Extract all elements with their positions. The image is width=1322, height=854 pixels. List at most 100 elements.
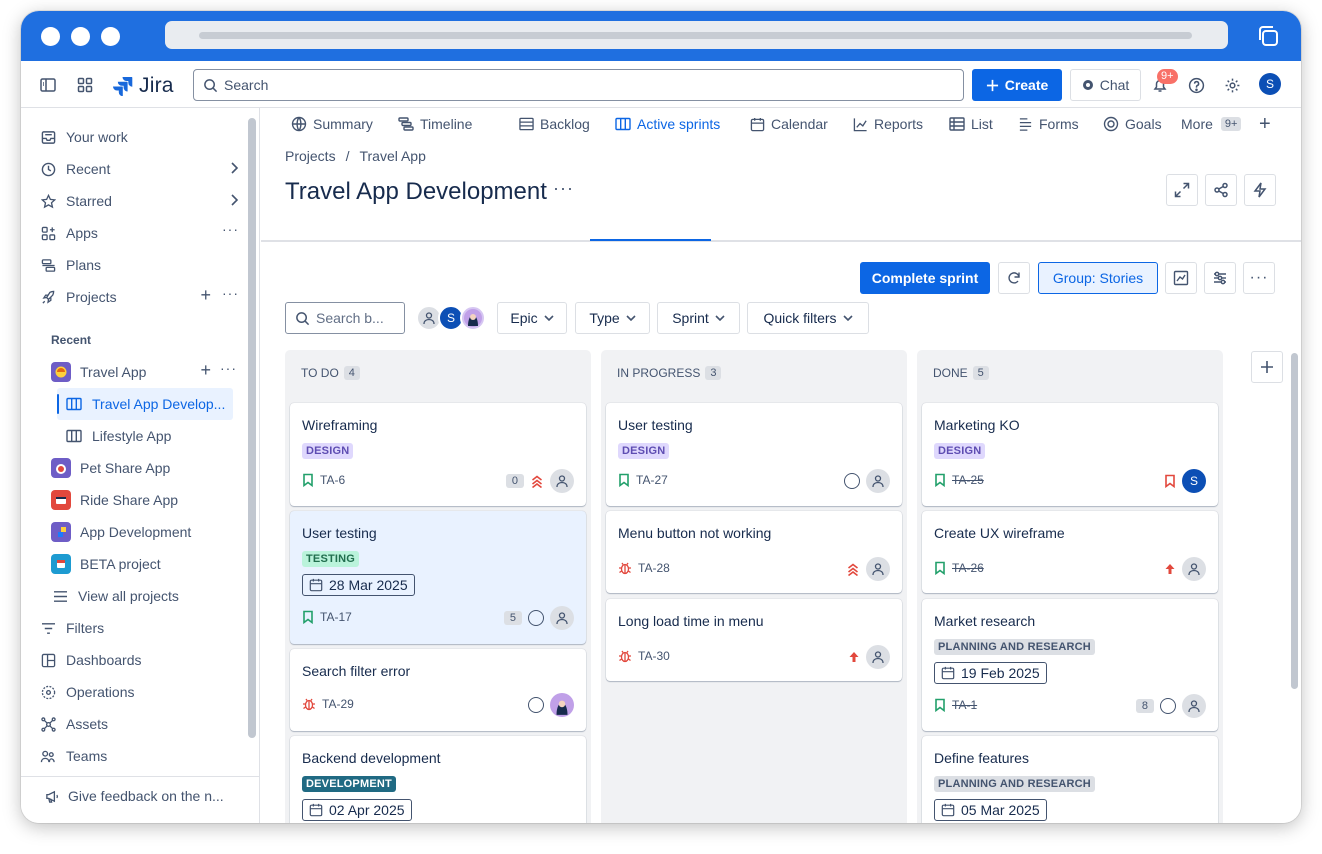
board-scrollbar[interactable]	[1291, 353, 1298, 689]
issue-card-ta-30[interactable]: Long load time in menu TA-30	[606, 599, 902, 681]
tab-more[interactable]: More 9+	[1181, 112, 1242, 136]
issue-card-ta-29[interactable]: Search filter error TA-29	[290, 649, 586, 731]
breadcrumb-projects[interactable]: Projects	[285, 148, 336, 164]
quick-filters-dropdown[interactable]: Quick filters	[747, 302, 869, 334]
sidebar-item-operations[interactable]: Operations	[39, 678, 134, 706]
tab-calendar[interactable]: Calendar	[750, 112, 828, 136]
view-settings-button[interactable]	[1204, 262, 1236, 294]
issue-key[interactable]: TA-28	[618, 561, 670, 575]
complete-sprint-button[interactable]: Complete sprint	[860, 262, 990, 294]
user-photo-avatar-filter[interactable]	[460, 305, 486, 331]
sidebar-item-plans[interactable]: Plans	[39, 251, 101, 279]
issue-card-ta-26[interactable]: Create UX wireframe TA-26	[922, 511, 1218, 593]
sidebar-project-beta-project[interactable]: BETA project	[51, 550, 161, 578]
insights-button[interactable]	[1165, 262, 1197, 294]
board-search-input[interactable]: Search b...	[285, 302, 405, 334]
assignee-avatar[interactable]	[1182, 557, 1206, 581]
board-more-button[interactable]: ···	[1243, 262, 1275, 294]
assignee-avatar[interactable]	[550, 606, 574, 630]
sidebar-project-app-development[interactable]: App Development	[51, 518, 191, 546]
sidebar-project-travel-app-development[interactable]: Travel App Develop...	[65, 390, 225, 418]
type-filter-dropdown[interactable]: Type	[575, 302, 650, 334]
tab-active-sprints[interactable]: Active sprints	[615, 112, 720, 136]
more-icon[interactable]: ···	[222, 285, 239, 301]
issue-card-ta-27[interactable]: User testing DESIGN TA-27	[606, 403, 902, 506]
issue-key[interactable]: TA-6	[302, 473, 345, 487]
sidebar-item-assets[interactable]: Assets	[39, 710, 108, 738]
settings-gear-icon[interactable]	[1223, 76, 1241, 94]
window-minimize-dot[interactable]	[71, 27, 90, 46]
sprint-refresh-button[interactable]	[998, 262, 1030, 294]
sidebar-view-all-projects[interactable]: View all projects	[51, 582, 179, 610]
assignee-avatar[interactable]	[1182, 694, 1206, 718]
issue-key[interactable]: TA-17	[302, 610, 352, 624]
sidebar-toggle-icon[interactable]	[39, 76, 57, 94]
assignee-avatar[interactable]	[550, 693, 574, 717]
tab-list[interactable]: List	[949, 112, 993, 136]
issue-card-ta-25[interactable]: Marketing KO DESIGN TA-25 S	[922, 403, 1218, 506]
assignee-avatar[interactable]	[866, 645, 890, 669]
issue-key[interactable]: TA-25	[934, 473, 984, 487]
issue-key[interactable]: TA-26	[934, 561, 984, 575]
title-more-actions[interactable]: ···	[553, 178, 574, 199]
add-tab-icon[interactable]: +	[1259, 112, 1271, 136]
help-icon[interactable]	[1187, 76, 1205, 94]
window-zoom-dot[interactable]	[101, 27, 120, 46]
sidebar-scrollbar[interactable]	[248, 118, 256, 738]
issue-key[interactable]: TA-29	[302, 697, 354, 711]
tab-summary[interactable]: Summary	[291, 112, 373, 136]
address-bar[interactable]	[165, 21, 1228, 49]
epic-filter-dropdown[interactable]: Epic	[497, 302, 567, 334]
sidebar-project-ride-share-app[interactable]: Ride Share App	[51, 486, 178, 514]
assignee-avatar[interactable]	[550, 469, 574, 493]
issue-card-backend-development[interactable]: Backend development DEVELOPMENT 02 Apr 2…	[290, 736, 586, 823]
window-close-dot[interactable]	[41, 27, 60, 46]
group-by-button[interactable]: Group: Stories	[1038, 262, 1158, 294]
more-icon[interactable]: ···	[220, 360, 237, 376]
tab-backlog[interactable]: Backlog	[519, 112, 590, 136]
add-column-button[interactable]	[1251, 351, 1283, 383]
user-avatar[interactable]: S	[1259, 73, 1281, 95]
add-icon[interactable]: +	[200, 360, 211, 381]
issue-card-ta-28[interactable]: Menu button not working TA-28	[606, 511, 902, 593]
sidebar-project-lifestyle-app[interactable]: Lifestyle App	[65, 422, 171, 450]
sidebar-item-filters[interactable]: Filters	[39, 614, 104, 642]
issue-card-define-features[interactable]: Define features PLANNING AND RESEARCH 05…	[922, 736, 1218, 823]
chat-button[interactable]: Chat	[1070, 69, 1141, 101]
jira-logo[interactable]: Jira	[113, 74, 174, 98]
sidebar-project-travel-app[interactable]: Travel App + ···	[51, 358, 236, 386]
tabs-overview-icon[interactable]	[1256, 24, 1280, 48]
issue-key[interactable]: TA-30	[618, 649, 670, 663]
sprint-filter-dropdown[interactable]: Sprint	[657, 302, 740, 334]
sidebar-item-your-work[interactable]: Your work	[39, 123, 128, 151]
sidebar-item-teams[interactable]: Teams	[39, 742, 107, 770]
sidebar-item-dashboards[interactable]: Dashboards	[39, 646, 142, 674]
assignee-avatar[interactable]	[866, 557, 890, 581]
issue-key[interactable]: TA-27	[618, 473, 668, 487]
assignee-avatar[interactable]	[866, 469, 890, 493]
sidebar-item-recent[interactable]: Recent	[39, 155, 239, 183]
assignee-avatar[interactable]: S	[1182, 469, 1206, 493]
share-button[interactable]	[1205, 174, 1237, 206]
sidebar-item-apps[interactable]: Apps ···	[39, 219, 239, 247]
issue-card-ta-6[interactable]: Wireframing DESIGN TA-6 0	[290, 403, 586, 506]
give-feedback-link[interactable]: Give feedback on the n...	[45, 788, 224, 804]
issue-card-ta-17[interactable]: User testing TESTING 28 Mar 2025 TA-17 5	[290, 511, 586, 644]
tab-goals[interactable]: Goals	[1103, 112, 1162, 136]
sidebar-item-starred[interactable]: Starred	[39, 187, 239, 215]
global-search-input[interactable]: Search	[193, 69, 964, 101]
tab-timeline[interactable]: Timeline	[398, 112, 472, 136]
more-icon[interactable]: ···	[222, 221, 239, 237]
create-button[interactable]: Create	[972, 69, 1062, 101]
breadcrumb-travel-app[interactable]: Travel App	[359, 148, 425, 164]
issue-key[interactable]: TA-1	[934, 698, 977, 712]
automation-button[interactable]	[1244, 174, 1276, 206]
tab-forms[interactable]: Forms	[1018, 112, 1079, 136]
sidebar-project-pet-share-app[interactable]: Pet Share App	[51, 454, 170, 482]
add-project-icon[interactable]: +	[200, 285, 211, 306]
app-switcher-icon[interactable]	[76, 76, 94, 94]
tab-reports[interactable]: Reports	[853, 112, 923, 136]
issue-card-ta-1[interactable]: Market research PLANNING AND RESEARCH 19…	[922, 599, 1218, 731]
sidebar-item-projects[interactable]: Projects + ···	[39, 283, 239, 311]
expand-button[interactable]	[1166, 174, 1198, 206]
